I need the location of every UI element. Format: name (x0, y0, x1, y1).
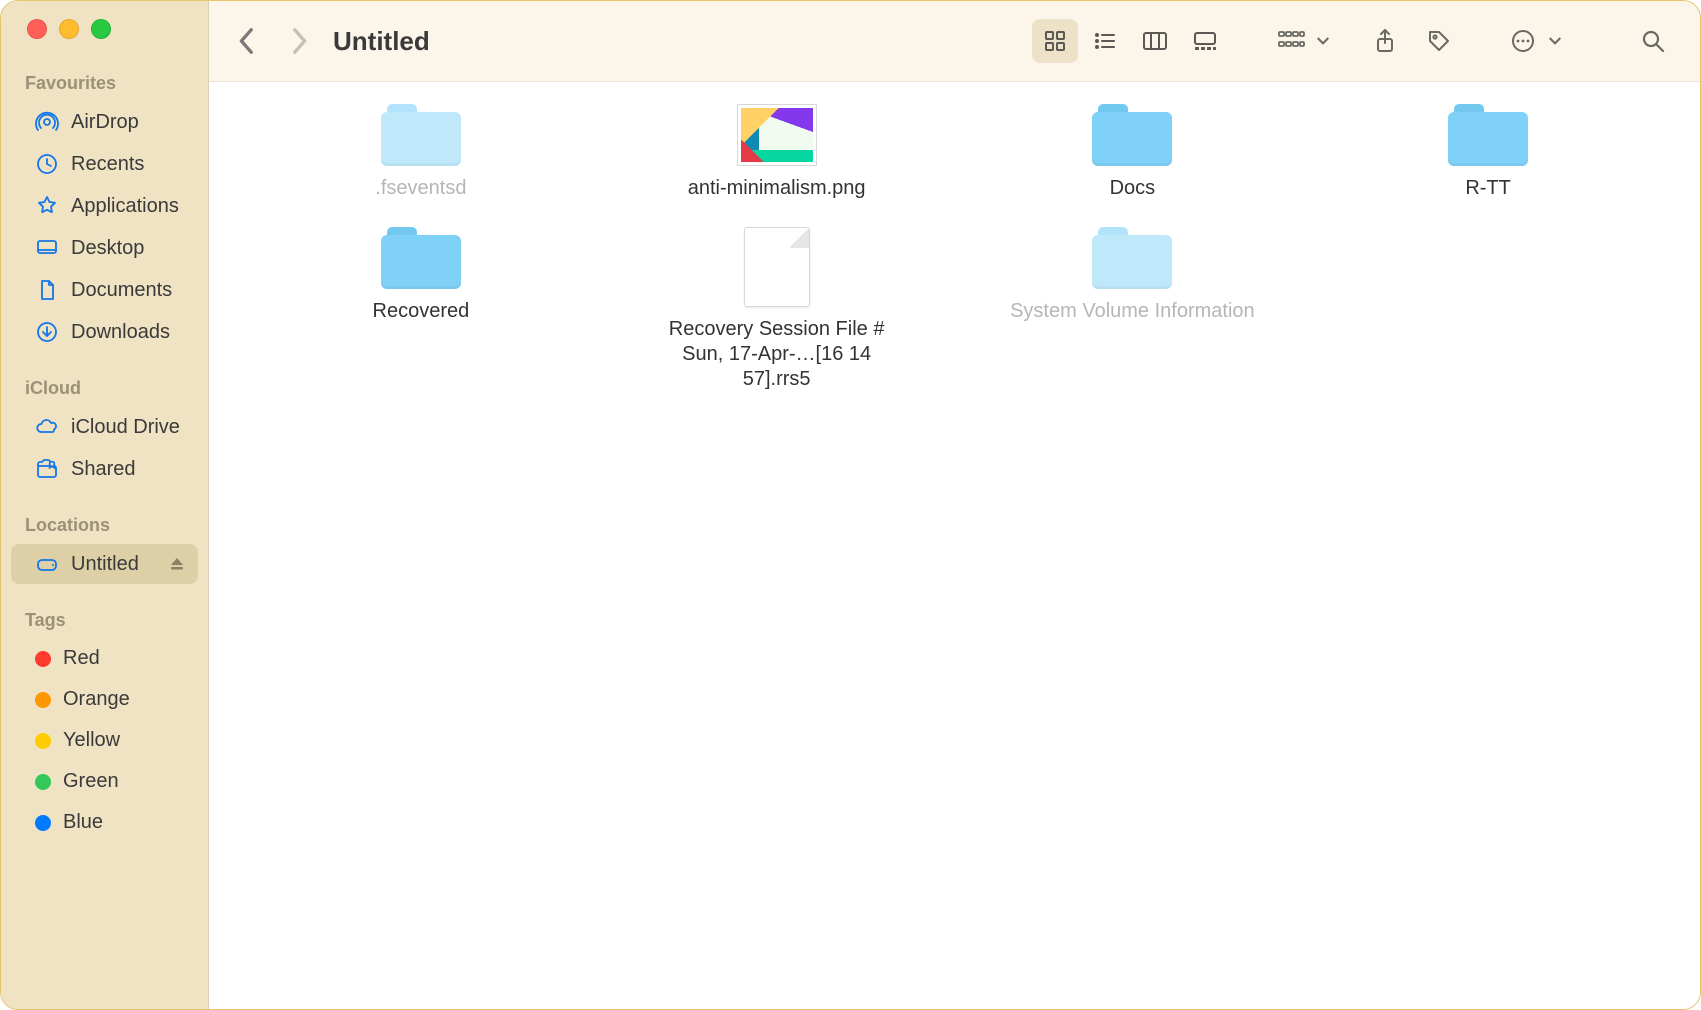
file-name-label: Docs (1110, 176, 1156, 201)
sidebar-item-downloads[interactable]: Downloads (11, 312, 198, 352)
file-name-label: Recovered (373, 299, 470, 324)
back-button[interactable] (225, 19, 269, 63)
sidebar-item-applications[interactable]: Applications (11, 186, 198, 226)
sidebar-section-head: Tags (1, 604, 208, 637)
window-title: Untitled (333, 26, 430, 57)
group-by-control[interactable] (1268, 19, 1330, 63)
sidebar-item-red[interactable]: Red (11, 639, 198, 678)
sidebar-item-green[interactable]: Green (11, 762, 198, 801)
file-name-label: R-TT (1465, 176, 1511, 201)
sidebar-item-desktop[interactable]: Desktop (11, 228, 198, 268)
icon-view-button[interactable] (1032, 19, 1078, 63)
sidebar-section-head: Favourites (1, 67, 208, 100)
image-thumbnail-icon (737, 104, 817, 166)
tag-color-dot (35, 733, 51, 749)
folder-icon (1092, 227, 1172, 289)
shared-icon (35, 457, 59, 481)
sidebar-item-label: Yellow (63, 729, 120, 752)
window-controls (1, 19, 208, 39)
file-name-label: System Volume Information (1010, 299, 1255, 324)
sidebar-item-label: Recents (71, 153, 144, 176)
file-name-label: .fseventsd (375, 176, 466, 201)
sidebar-item-label: Orange (63, 688, 130, 711)
file-item[interactable]: R-TT (1316, 104, 1660, 201)
fullscreen-window-button[interactable] (91, 19, 111, 39)
sidebar-item-blue[interactable]: Blue (11, 803, 198, 842)
file-item[interactable]: anti-minimalism.png (605, 104, 949, 201)
tag-color-dot (35, 651, 51, 667)
sidebar-item-airdrop[interactable]: AirDrop (11, 102, 198, 142)
sidebar-item-label: AirDrop (71, 111, 139, 134)
sidebar-item-label: Applications (71, 195, 179, 218)
file-name-label: Recovery Session File # Sun, 17-Apr-…[16… (652, 317, 902, 392)
disk-icon (35, 552, 59, 576)
folder-icon (381, 104, 461, 166)
toolbar: Untitled (209, 1, 1700, 82)
folder-icon (381, 227, 461, 289)
group-by-icon (1268, 19, 1314, 63)
gallery-view-button[interactable] (1182, 19, 1228, 63)
view-switcher (1030, 17, 1230, 65)
applications-icon (35, 194, 59, 218)
tag-color-dot (35, 774, 51, 790)
document-icon (744, 227, 810, 307)
finder-window: Favourites AirDrop Recents Applications Desk… (0, 0, 1701, 1010)
ellipsis-circle-icon (1500, 19, 1546, 63)
tags-button[interactable] (1416, 19, 1462, 63)
main-pane: Untitled (209, 1, 1700, 1009)
sidebar-item-shared[interactable]: Shared (11, 449, 198, 489)
sidebar-item-untitled[interactable]: Untitled (11, 544, 198, 584)
list-view-button[interactable] (1082, 19, 1128, 63)
sidebar-item-documents[interactable]: Documents (11, 270, 198, 310)
sidebar-item-label: Shared (71, 458, 136, 481)
desktop-icon (35, 236, 59, 260)
airdrop-icon (35, 110, 59, 134)
sidebar-item-label: Downloads (71, 321, 170, 344)
documents-icon (35, 278, 59, 302)
sidebar-item-label: Untitled (71, 553, 139, 576)
recents-icon (35, 152, 59, 176)
file-item[interactable]: System Volume Information (961, 227, 1305, 392)
sidebar: Favourites AirDrop Recents Applications Desk… (1, 1, 209, 1009)
folder-icon (1448, 104, 1528, 166)
file-item[interactable]: .fseventsd (249, 104, 593, 201)
sidebar-item-label: iCloud Drive (71, 416, 180, 439)
file-name-label: anti-minimalism.png (688, 176, 866, 201)
column-view-button[interactable] (1132, 19, 1178, 63)
chevron-down-icon (1548, 34, 1562, 48)
sidebar-item-label: Documents (71, 279, 172, 302)
sidebar-item-orange[interactable]: Orange (11, 680, 198, 719)
sidebar-item-label: Red (63, 647, 100, 670)
file-item[interactable]: Recovery Session File # Sun, 17-Apr-…[16… (605, 227, 949, 392)
sidebar-section-head: iCloud (1, 372, 208, 405)
sidebar-item-label: Desktop (71, 237, 144, 260)
minimize-window-button[interactable] (59, 19, 79, 39)
search-button[interactable] (1630, 19, 1676, 63)
sidebar-item-label: Blue (63, 811, 103, 834)
content-area[interactable]: .fseventsd anti-minimalism.png Docs R-TT Rec… (209, 82, 1700, 1009)
sidebar-item-yellow[interactable]: Yellow (11, 721, 198, 760)
file-item[interactable]: Docs (961, 104, 1305, 201)
tag-color-dot (35, 692, 51, 708)
sidebar-item-icloud-drive[interactable]: iCloud Drive (11, 407, 198, 447)
downloads-icon (35, 320, 59, 344)
sidebar-item-label: Green (63, 770, 119, 793)
forward-button[interactable] (277, 19, 321, 63)
share-button[interactable] (1362, 19, 1408, 63)
sidebar-item-recents[interactable]: Recents (11, 144, 198, 184)
icloud-icon (35, 415, 59, 439)
chevron-down-icon (1316, 34, 1330, 48)
more-actions-button[interactable] (1500, 19, 1562, 63)
tag-color-dot (35, 815, 51, 831)
file-item[interactable]: Recovered (249, 227, 593, 392)
close-window-button[interactable] (27, 19, 47, 39)
folder-icon (1092, 104, 1172, 166)
eject-icon[interactable] (168, 555, 186, 573)
sidebar-section-head: Locations (1, 509, 208, 542)
